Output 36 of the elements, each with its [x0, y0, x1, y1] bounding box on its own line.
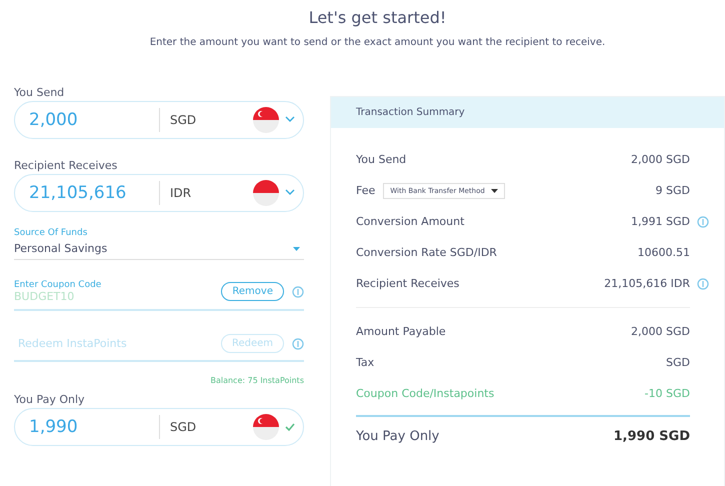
- summary-value: 2,000 SGD: [631, 325, 690, 338]
- summary-value: 1,991 SGD: [631, 215, 690, 228]
- page-subtitle: Enter the amount you want to send or the exact amount you want the recipient to receive.: [150, 37, 606, 48]
- source-of-funds-dropdown[interactable]: Source Of Funds Personal Savings: [14, 228, 304, 260]
- panel-header: Transaction Summary: [331, 97, 724, 128]
- amount-field[interactable]: 2,000 SGD: [14, 101, 304, 139]
- info-icon: [292, 286, 304, 298]
- summary-value: 9 SGD: [656, 184, 690, 197]
- info-icon: [292, 338, 304, 350]
- balance-text: Balance: 75 InstaPoints: [209, 376, 304, 385]
- field-label: You Send: [14, 86, 66, 99]
- currency-dropdown[interactable]: SGD: [170, 420, 253, 434]
- currency-dropdown[interactable]: SGD: [170, 113, 253, 127]
- summary-value: 1,990 SGD: [614, 429, 690, 444]
- summary-value: SGD: [666, 356, 690, 369]
- field-label: Recipient Receives: [14, 159, 118, 172]
- summary-value: -10 SGD: [644, 387, 690, 400]
- summary-label: Conversion Rate SGD/IDR: [356, 246, 497, 259]
- summary-label: You Pay Only: [356, 429, 440, 444]
- summary-label: Conversion Amount: [356, 215, 464, 228]
- summary-label: Recipient Receives: [356, 277, 460, 290]
- summary-label: Amount Payable: [356, 325, 446, 338]
- summary-value: 10600.51: [638, 246, 690, 259]
- summary-label: Coupon Code/Instapoints: [356, 387, 494, 400]
- amount-field[interactable]: 21,105,616 IDR: [14, 174, 304, 212]
- caret-icon: [293, 246, 300, 250]
- currency-dropdown[interactable]: IDR: [170, 186, 253, 200]
- summary-label: Fee: [356, 184, 376, 197]
- summary-label: You Send: [356, 153, 406, 166]
- summary-value: 21,105,616 IDR: [604, 277, 690, 290]
- page-title: Let's get started!: [308, 8, 446, 27]
- amount-field[interactable]: 1,990 SGD: [14, 408, 304, 446]
- summary-label: Tax: [356, 356, 374, 369]
- caret-icon: [490, 188, 498, 192]
- field-label: You Pay Only: [14, 393, 86, 406]
- summary-value: 2,000 SGD: [631, 153, 690, 166]
